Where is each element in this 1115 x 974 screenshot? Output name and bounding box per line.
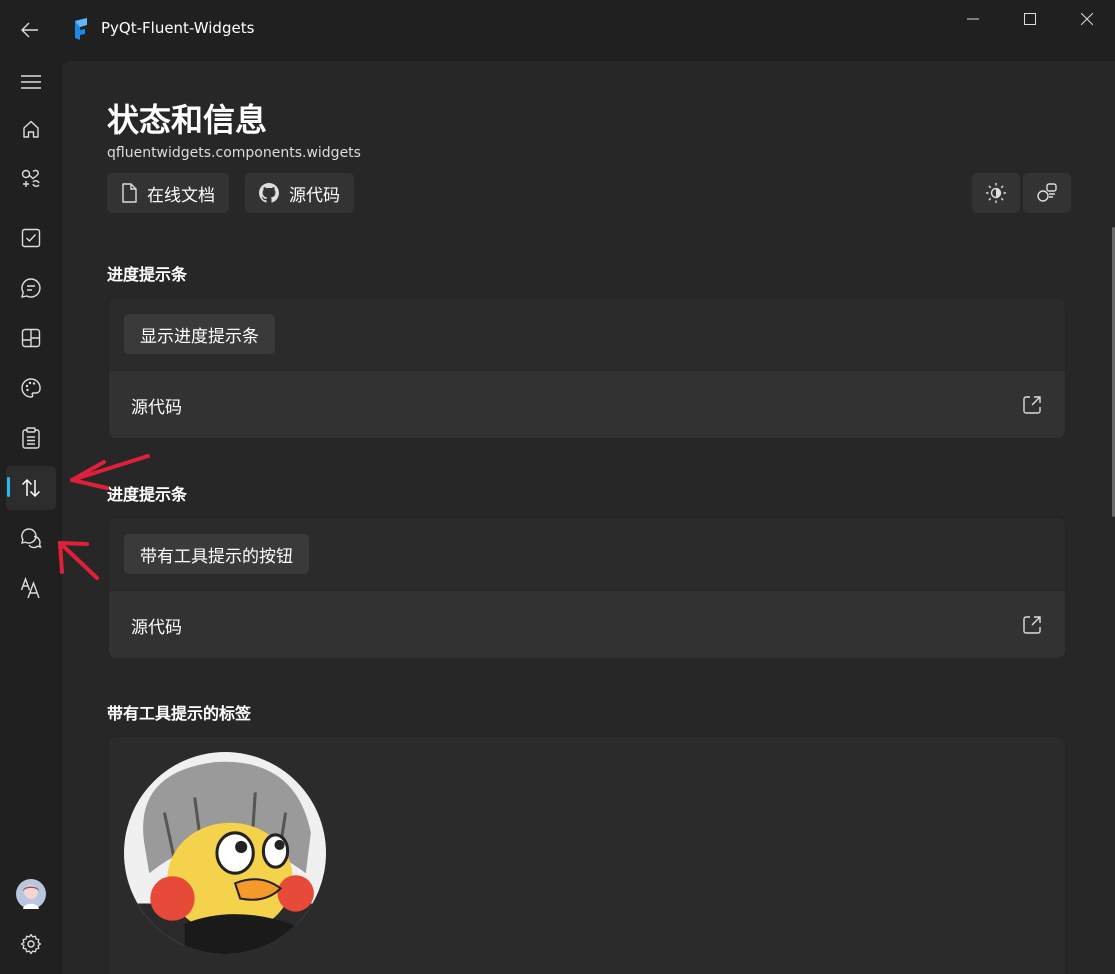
close-button[interactable] (1058, 0, 1115, 38)
nav-item-icons[interactable] (6, 157, 56, 201)
card-demo-area: 带有工具提示的按钮 (109, 518, 1065, 590)
content-area: 状态和信息 qfluentwidgets.components.widgets … (61, 60, 1115, 974)
nav-menu-button[interactable] (6, 60, 56, 104)
source-code-label: 源代码 (289, 185, 340, 206)
window-title: PyQt-Fluent-Widgets (101, 19, 255, 37)
open-external-icon (1023, 396, 1041, 414)
tooltip-button[interactable]: 带有工具提示的按钮 (124, 534, 309, 574)
chat-shapes-icon (1037, 183, 1057, 202)
layout-icon (21, 328, 41, 348)
nav-item-basic-input[interactable] (6, 216, 56, 260)
hamburger-icon (21, 75, 41, 89)
feedback-button[interactable] (1023, 173, 1071, 213)
card-demo-area: 显示进度提示条 (109, 298, 1065, 370)
card-source-footer[interactable]: 源代码 (109, 370, 1065, 438)
nav-item-material[interactable] (6, 366, 56, 410)
maximize-button[interactable] (1001, 0, 1058, 38)
gear-icon (20, 933, 42, 955)
nav-item-text[interactable] (6, 516, 56, 560)
maximize-icon (1023, 13, 1036, 25)
page-subtitle: qfluentwidgets.components.widgets (107, 145, 361, 161)
source-code-link-label: 源代码 (131, 618, 182, 638)
github-icon (259, 183, 279, 203)
nav-item-home[interactable] (6, 107, 56, 151)
avatar-icon (16, 879, 46, 909)
document-icon (122, 183, 137, 203)
arrow-up-down-icon (21, 478, 41, 498)
example-card-1: 显示进度提示条 源代码 (108, 297, 1066, 439)
shapes-icon (21, 169, 40, 187)
nav-item-dialog-flyout[interactable] (6, 266, 56, 310)
chat-bubble-icon (21, 278, 41, 298)
title-bar: PyQt-Fluent-Widgets (0, 0, 1115, 60)
brightness-icon (986, 183, 1006, 203)
nav-item-status-info[interactable] (6, 466, 56, 510)
minimize-button[interactable] (944, 0, 1001, 38)
nav-item-menu-toolbar[interactable] (6, 416, 56, 460)
palette-icon (21, 378, 41, 398)
nav-item-settings[interactable] (6, 922, 56, 966)
clipboard-icon (22, 427, 40, 449)
back-button[interactable] (10, 10, 50, 50)
close-icon (1080, 13, 1093, 25)
nav-selection-indicator (7, 477, 10, 497)
chat-help-icon (21, 528, 42, 549)
navigation-sidebar (0, 60, 61, 974)
avatar-image (124, 752, 326, 954)
minimize-icon (966, 18, 979, 20)
online-docs-label: 在线文档 (147, 185, 215, 206)
example-card-3 (108, 736, 1066, 974)
source-code-link-label: 源代码 (131, 398, 182, 418)
source-code-button[interactable]: 源代码 (245, 173, 354, 213)
theme-toggle-button[interactable] (972, 173, 1020, 213)
checkbox-icon (21, 228, 41, 248)
nav-item-avatar[interactable] (6, 872, 56, 916)
home-icon (23, 120, 39, 138)
show-progress-bar-button[interactable]: 显示进度提示条 (124, 314, 275, 354)
page-title: 状态和信息 (107, 101, 268, 139)
section-title-progress-bar-1: 进度提示条 (107, 265, 188, 284)
section-title-tooltip-label: 带有工具提示的标签 (107, 704, 252, 723)
arrow-left-icon (21, 22, 38, 38)
nav-item-typography[interactable] (6, 566, 56, 610)
nav-item-layout[interactable] (6, 316, 56, 360)
online-docs-button[interactable]: 在线文档 (107, 173, 229, 213)
font-icon (20, 577, 40, 599)
section-title-progress-bar-2: 进度提示条 (107, 485, 188, 504)
card-source-footer[interactable]: 源代码 (109, 590, 1065, 658)
app-logo-icon (75, 18, 87, 40)
open-external-icon (1023, 616, 1041, 634)
example-card-2: 带有工具提示的按钮 源代码 (108, 517, 1066, 659)
